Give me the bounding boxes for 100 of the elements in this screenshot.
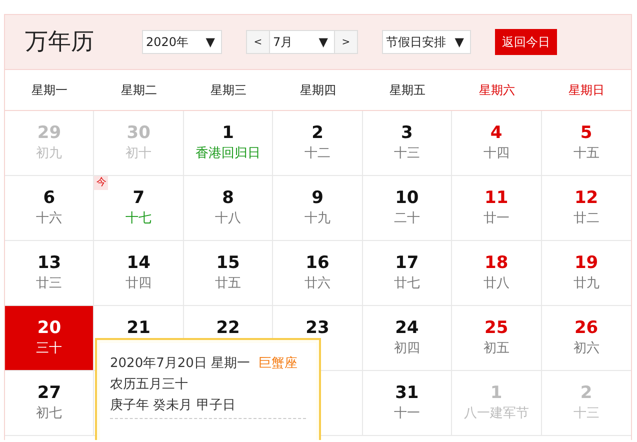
day-cell[interactable]: 8 十八 xyxy=(184,176,274,241)
lunar-date: 初五 xyxy=(483,340,510,358)
weekday-header: 星期一 xyxy=(32,83,68,97)
day-cell[interactable]: 16 廿六 xyxy=(273,241,363,306)
day-cell[interactable]: 10 二十 xyxy=(362,176,452,241)
day-cell[interactable]: 31 十一 xyxy=(362,371,452,436)
lunar-date-text: 农历五月三十 xyxy=(110,376,189,394)
date-text: 2020年7月20日 星期一 巨蟹座 xyxy=(110,355,298,373)
lunar-date: 初六 xyxy=(573,340,600,358)
day-number: 31 xyxy=(395,383,419,403)
day-cell[interactable]: 4 十四 xyxy=(452,111,542,176)
day-number: 15 xyxy=(216,253,240,273)
lunar-date: 十六 xyxy=(36,210,62,228)
day-cell[interactable]: 6 十六 xyxy=(5,176,94,241)
day-number: 24 xyxy=(395,318,419,338)
day-number: 22 xyxy=(216,318,240,338)
day-cell[interactable]: 5 十五 xyxy=(542,111,631,176)
day-cell[interactable]: 11 廿一 xyxy=(452,176,542,241)
lunar-date: 廿一 xyxy=(483,210,510,228)
lunar-date: 十九 xyxy=(304,210,330,228)
lunar-date: 三十 xyxy=(36,340,62,358)
day-number: 19 xyxy=(574,253,598,273)
lunar-date: 初十 xyxy=(126,145,152,163)
day-number: 14 xyxy=(126,253,150,273)
day-number: 1 xyxy=(222,123,234,143)
lunar-date: 初四 xyxy=(394,340,420,358)
day-number: 8 xyxy=(222,188,234,208)
lunar-date: 十三 xyxy=(394,145,420,163)
lunar-date: 廿四 xyxy=(126,275,152,293)
day-number: 4 xyxy=(490,123,502,143)
return-today-button[interactable]: 返回今日 xyxy=(495,29,557,55)
day-cell[interactable]: 7 十七 今 xyxy=(94,176,184,241)
day-number: 30 xyxy=(126,123,150,143)
weekday-header: 星期五 xyxy=(389,83,426,97)
day-number: 23 xyxy=(306,318,330,338)
weekday-header: 星期日 xyxy=(568,83,604,97)
day-cell[interactable]: 25 初五 xyxy=(452,306,542,371)
today-badge: 今 xyxy=(94,176,108,190)
lunar-date: 初七 xyxy=(36,405,62,423)
day-cell[interactable]: 17 廿七 xyxy=(362,241,452,306)
year-dropdown[interactable]: 2020年 ▼ xyxy=(142,30,222,54)
lunar-date: 八一建军节 xyxy=(464,405,529,423)
previous-month-button[interactable]: < xyxy=(246,30,270,54)
day-cell[interactable]: 15 廿五 xyxy=(184,241,274,306)
day-number: 1 xyxy=(490,383,502,403)
lunar-date: 廿二 xyxy=(573,210,600,228)
day-number: 2 xyxy=(580,383,592,403)
lunar-date: 十八 xyxy=(215,210,242,228)
weekday-header: 星期三 xyxy=(210,83,247,97)
lunar-date: 十二 xyxy=(304,145,330,163)
lunar-date: 十四 xyxy=(483,145,510,163)
calendar-title: 万年历 xyxy=(25,28,95,57)
day-cell[interactable]: 12 廿二 xyxy=(542,176,631,241)
day-number: 11 xyxy=(484,188,508,208)
festival-label: 香港回归日 xyxy=(196,145,261,163)
day-number: 21 xyxy=(126,318,150,338)
day-cell[interactable]: 3 十三 xyxy=(362,111,452,176)
lunar-date: 廿八 xyxy=(483,275,510,293)
next-month-button[interactable]: > xyxy=(334,30,358,54)
day-number: 2 xyxy=(312,123,324,143)
lunar-date: 廿七 xyxy=(394,275,420,293)
day-number: 10 xyxy=(395,188,419,208)
day-cell[interactable]: 14 廿四 xyxy=(94,241,184,306)
day-number: 16 xyxy=(306,253,330,273)
weekday-header: 星期二 xyxy=(121,83,158,97)
month-dropdown[interactable]: 7月 ▼ xyxy=(270,30,334,54)
day-cell[interactable]: 27 初七 xyxy=(5,371,94,436)
day-cell[interactable]: 9 十九 xyxy=(273,176,363,241)
selected-day-cell[interactable]: 20 三十 xyxy=(5,306,94,371)
weekday-header: 星期四 xyxy=(300,83,336,97)
day-number: 26 xyxy=(574,318,598,338)
day-number: 6 xyxy=(43,188,56,208)
lunar-date: 十三 xyxy=(573,405,600,423)
lunar-date: 廿九 xyxy=(573,275,600,293)
day-cell[interactable]: 1 香港回归日 xyxy=(184,111,274,176)
lunar-date: 十五 xyxy=(573,145,600,163)
day-number: 29 xyxy=(37,123,62,143)
ganzhi-text: 庚子年 癸未月 甲子日 xyxy=(110,397,236,415)
day-number: 9 xyxy=(312,188,324,208)
lunar-date: 廿六 xyxy=(304,275,330,293)
day-number: 13 xyxy=(37,253,62,273)
day-number: 7 xyxy=(132,188,145,208)
day-number: 25 xyxy=(484,318,508,338)
lunar-date: 十一 xyxy=(394,405,420,423)
lunar-date: 廿五 xyxy=(215,275,242,293)
holiday-dropdown[interactable]: 节假日安排 ▼ xyxy=(382,30,471,54)
day-number: 18 xyxy=(484,253,508,273)
day-cell[interactable]: 26 初六 xyxy=(542,306,631,371)
day-cell[interactable]: 19 廿九 xyxy=(542,241,631,306)
day-number: 5 xyxy=(580,123,592,143)
day-cell[interactable]: 24 初四 xyxy=(362,306,452,371)
day-number: 3 xyxy=(401,123,413,143)
festival-label: 十七 xyxy=(126,210,152,228)
day-number: 12 xyxy=(574,188,598,208)
day-cell[interactable]: 18 廿八 xyxy=(452,241,542,306)
lunar-date: 初九 xyxy=(36,145,62,163)
day-cell[interactable]: 2 十二 xyxy=(273,111,363,176)
weekday-header: 星期六 xyxy=(478,83,515,97)
day-number: 17 xyxy=(395,253,419,273)
lunar-date: 廿三 xyxy=(36,275,62,293)
